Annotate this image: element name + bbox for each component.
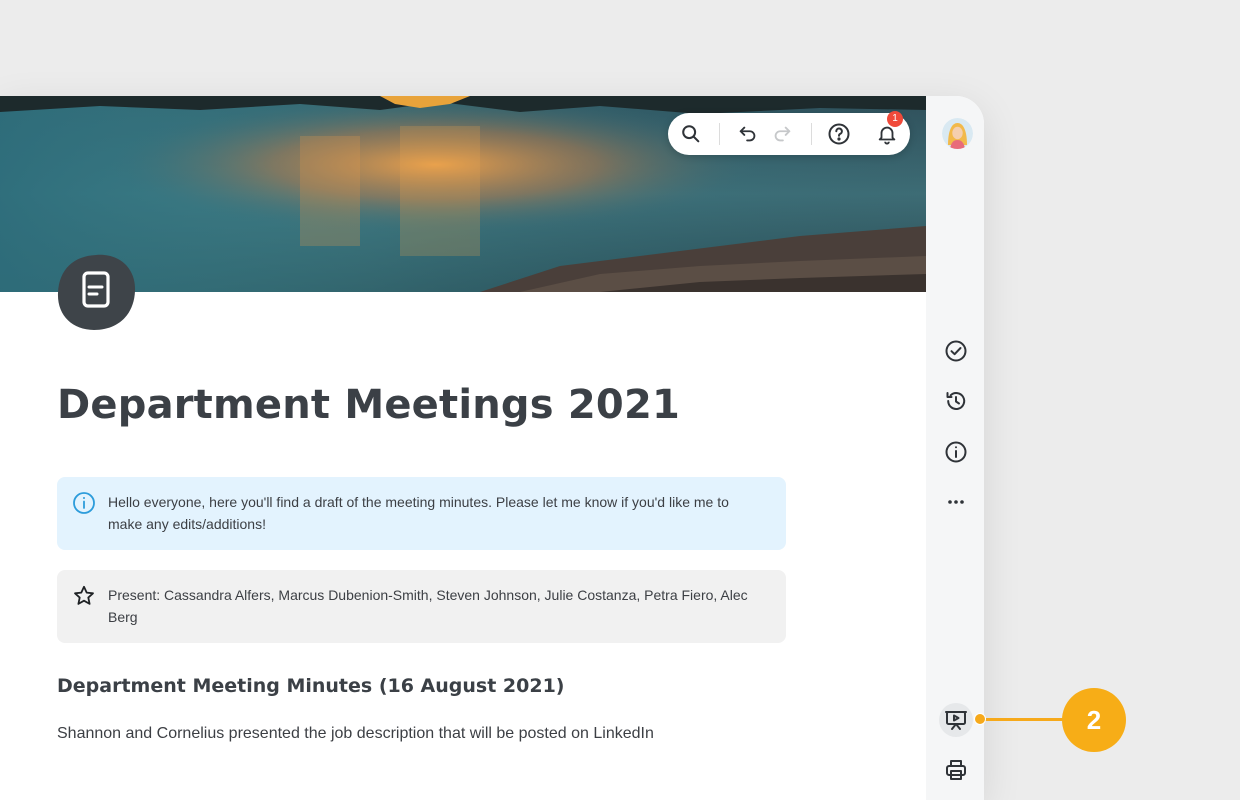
avatar[interactable] xyxy=(942,118,973,149)
star-icon xyxy=(72,584,96,608)
info-callout-text: Hello everyone, here you'll find a draft… xyxy=(108,494,729,532)
info-icon[interactable] xyxy=(939,435,973,469)
document-pane: 1 Department Meetings 2021 Hello everyon… xyxy=(0,96,926,800)
redo-icon[interactable] xyxy=(768,120,796,148)
more-icon[interactable] xyxy=(939,485,973,519)
help-icon[interactable] xyxy=(825,120,853,148)
notification-badge: 1 xyxy=(887,111,903,127)
check-circle-icon[interactable] xyxy=(939,334,973,368)
annotation-line xyxy=(980,718,1064,721)
paragraph: Shannon and Cornelius presented the job … xyxy=(57,725,654,742)
right-sidebar xyxy=(926,96,984,800)
toolbar-divider xyxy=(719,123,720,145)
toolbar-divider xyxy=(811,123,812,145)
history-icon[interactable] xyxy=(939,384,973,418)
annotation-marker: 2 xyxy=(1062,688,1126,752)
undo-icon[interactable] xyxy=(734,120,762,148)
print-icon[interactable] xyxy=(939,753,973,787)
app-window: 1 Department Meetings 2021 Hello everyon… xyxy=(0,96,984,800)
search-icon[interactable] xyxy=(677,120,705,148)
info-callout[interactable]: Hello everyone, here you'll find a draft… xyxy=(57,477,786,550)
document-icon xyxy=(56,253,136,333)
annotation-dot xyxy=(974,713,986,725)
section-heading: Department Meeting Minutes (16 August 20… xyxy=(57,675,565,697)
page-title: Department Meetings 2021 xyxy=(57,382,681,428)
present-icon[interactable] xyxy=(939,703,973,737)
attendees-callout[interactable]: Present: Cassandra Alfers, Marcus Dubeni… xyxy=(57,570,786,643)
info-icon xyxy=(72,491,96,515)
floating-toolbar: 1 xyxy=(668,111,910,155)
attendees-text: Present: Cassandra Alfers, Marcus Dubeni… xyxy=(108,587,748,625)
